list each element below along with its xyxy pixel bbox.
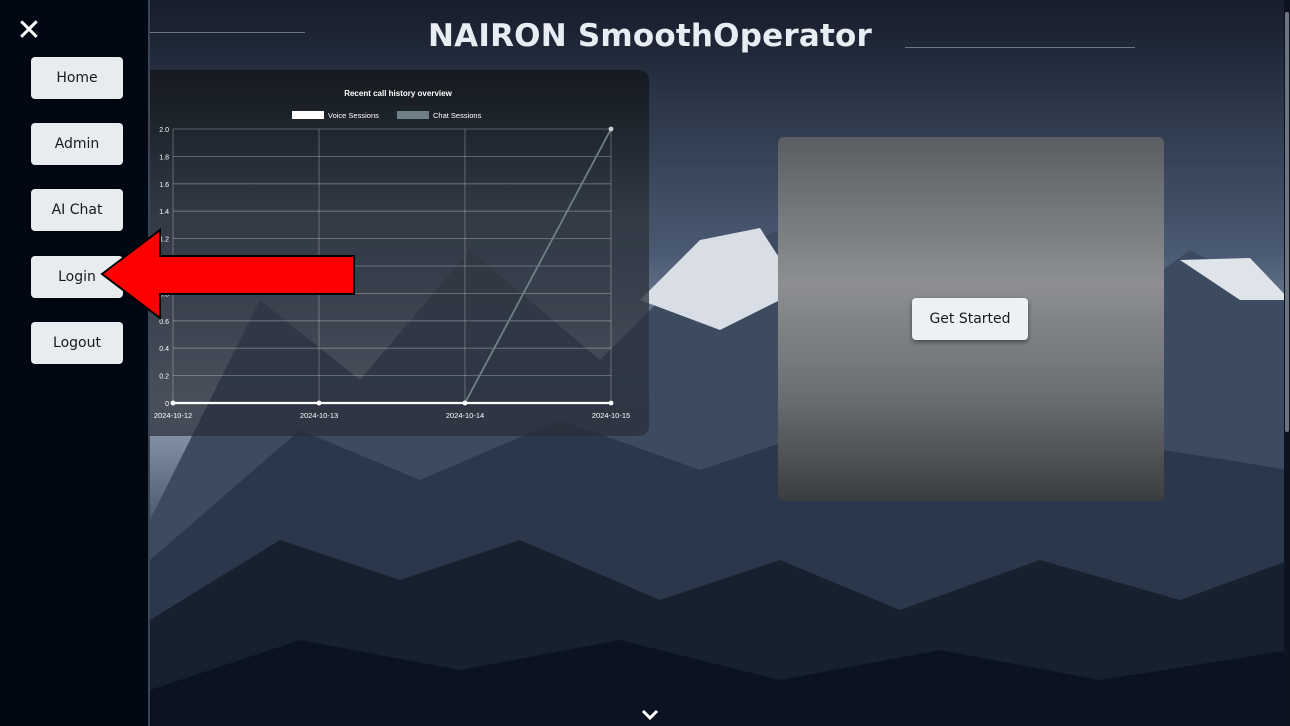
get-started-button[interactable]: Get Started [912,298,1028,340]
chart-title: Recent call history overview [344,89,452,98]
chevron-down-icon[interactable] [638,706,662,724]
sidebar-item-admin[interactable]: Admin [31,123,123,165]
get-started-panel: Get Started [778,137,1164,501]
legend-label[interactable]: Voice Sessions [328,111,379,120]
x-tick-label: 2024-10-14 [446,411,484,420]
x-tick-label: 2024-10-15 [592,411,630,420]
app-window: NAIRON SmoothOperator Recent call histor… [0,0,1290,726]
sidebar-item-ai-chat[interactable]: AI Chat [31,189,123,231]
y-tick-label: 2.0 [159,127,169,134]
y-tick-label: 1.6 [159,182,169,189]
y-tick-label: 0.2 [159,374,169,381]
data-point-chat[interactable] [608,126,614,132]
scrollbar-thumb[interactable] [1285,12,1289,432]
chart-legend: Voice Sessions Chat Sessions [292,111,482,120]
x-tick-label: 2024-10-12 [154,411,192,420]
data-point-voice[interactable] [462,400,468,406]
chart-x-axis: 2024-10-12 2024-10-13 2024-10-14 2024-10-15 [154,411,630,420]
y-tick-label: 1.4 [159,209,169,216]
legend-label[interactable]: Chat Sessions [433,111,482,120]
sidebar-item-logout[interactable]: Logout [31,322,123,364]
data-point-voice[interactable] [316,400,322,406]
title-decoration-line [905,47,1135,48]
data-point-voice[interactable] [608,400,614,406]
app-title: NAIRON SmoothOperator [428,18,872,54]
legend-swatch [292,111,324,119]
title-decoration-line [150,32,305,33]
legend-swatch [397,111,429,119]
x-tick-label: 2024-10-13 [300,411,338,420]
y-tick-label: 0.4 [159,346,169,353]
y-tick-label: 0 [165,401,169,408]
sidebar-item-home[interactable]: Home [31,57,123,99]
data-point-voice[interactable] [170,400,176,406]
close-icon[interactable]: ✕ [14,16,44,46]
annotation-arrow [100,228,355,320]
y-tick-label: 1.8 [159,154,169,161]
sidebar: ✕ Home Admin AI Chat Login Logout [0,0,150,726]
